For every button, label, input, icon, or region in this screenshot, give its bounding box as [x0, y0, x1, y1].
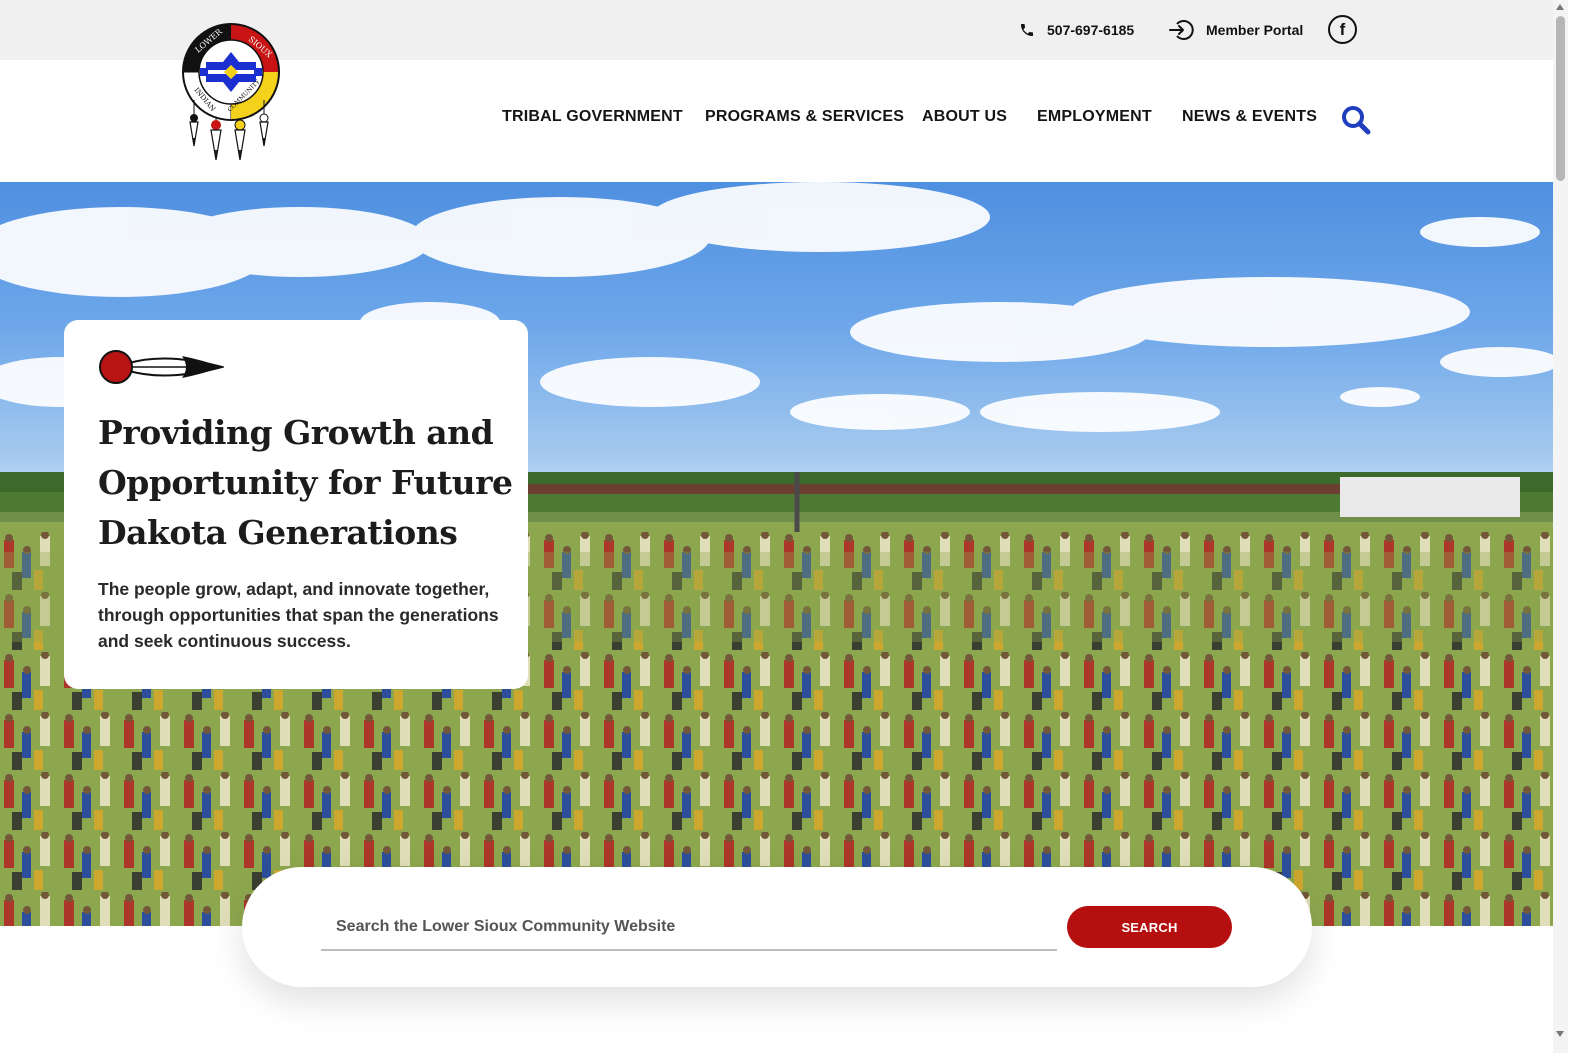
sign-in-icon — [1168, 19, 1194, 41]
page: 507-697-6185 Member Portal f LOWER SIOUX — [0, 0, 1584, 1053]
site-search-input[interactable] — [321, 905, 1057, 951]
phone-link[interactable]: 507-697-6185 — [1019, 16, 1134, 44]
member-portal-label: Member Portal — [1206, 22, 1304, 38]
scrollbar-thumb[interactable] — [1556, 16, 1565, 181]
search-icon[interactable] — [1340, 104, 1372, 136]
nav-tribal-government[interactable]: TRIBAL GOVERNMENT — [502, 108, 683, 132]
scroll-down-arrow-icon[interactable] — [1556, 1031, 1564, 1037]
member-portal-link[interactable]: Member Portal — [1168, 16, 1303, 44]
nav-about-us[interactable]: ABOUT US — [922, 108, 1007, 132]
scroll-up-arrow-icon[interactable] — [1556, 4, 1564, 10]
nav-programs-services[interactable]: PROGRAMS & SERVICES — [705, 108, 904, 132]
phone-icon — [1019, 22, 1035, 38]
nav-employment[interactable]: EMPLOYMENT — [1037, 108, 1152, 132]
hero-subtext: The people grow, adapt, and innovate tog… — [98, 579, 499, 651]
nav-news-events[interactable]: NEWS & EVENTS — [1182, 108, 1317, 132]
site-logo[interactable]: LOWER SIOUX INDIAN COMMUNITY — [178, 20, 284, 166]
lower-sioux-seal-icon: LOWER SIOUX INDIAN COMMUNITY — [182, 23, 280, 161]
hero-headline: Providing Growth and Opportunity for Fut… — [98, 413, 513, 552]
facebook-icon[interactable]: f — [1328, 15, 1357, 44]
search-button[interactable]: SEARCH — [1067, 906, 1232, 948]
phone-number: 507-697-6185 — [1047, 22, 1135, 38]
feather-icon — [99, 350, 224, 384]
